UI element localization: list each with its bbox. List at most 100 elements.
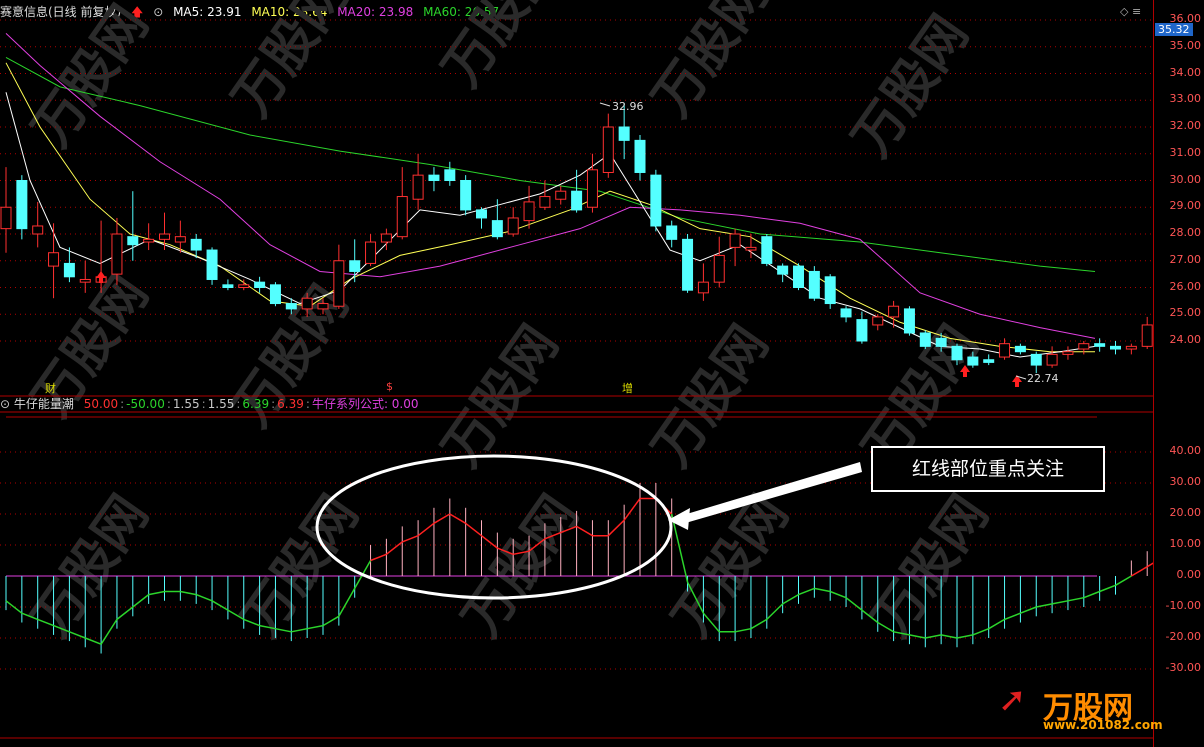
indicator-line bbox=[5, 600, 23, 614]
watermark-text: 万股网 bbox=[451, 485, 590, 647]
watermark-text: 万股网 bbox=[431, 0, 570, 97]
candle-body bbox=[1141, 324, 1153, 347]
price-tick: 24.00 bbox=[1169, 333, 1202, 346]
indicator-line bbox=[100, 618, 118, 645]
indicator-line bbox=[449, 513, 467, 524]
watermark-text: 万股网 bbox=[21, 485, 160, 647]
indicator-tick: 40.00 bbox=[1169, 444, 1202, 457]
candle-body bbox=[555, 190, 567, 200]
candle-body bbox=[460, 180, 472, 211]
ma5-line bbox=[5, 92, 1096, 358]
indicator-collapse-icon[interactable]: ⊙ bbox=[0, 397, 10, 411]
candle-body bbox=[777, 265, 789, 275]
price-tick: 36.00 bbox=[1169, 12, 1202, 25]
indicator-line bbox=[195, 593, 213, 602]
candle-body bbox=[254, 281, 266, 288]
candle-body bbox=[301, 297, 313, 310]
marker-increase[interactable]: 增 bbox=[622, 380, 633, 396]
candle-body bbox=[824, 276, 836, 305]
high-price-label: 32.96 bbox=[612, 100, 644, 113]
candle-body bbox=[1110, 345, 1121, 350]
indicator-line bbox=[623, 498, 641, 521]
candle-body bbox=[1125, 345, 1137, 350]
candle-body bbox=[32, 225, 44, 235]
indicator-line bbox=[1099, 584, 1116, 593]
marker-dollar[interactable]: $ bbox=[386, 380, 393, 393]
indicator-line bbox=[1036, 603, 1053, 608]
indicator-line bbox=[132, 594, 150, 608]
indicator-value-1: -50.00 bbox=[126, 397, 165, 411]
candle-body bbox=[16, 180, 28, 230]
indicator-line bbox=[1020, 606, 1037, 614]
indicator-tick: 20.00 bbox=[1169, 506, 1202, 519]
candle-body bbox=[412, 174, 424, 200]
indicator-tick: -30.00 bbox=[1165, 661, 1201, 674]
indicator-header: ⊙ 牛仔能量潮 50.00: -50.00:1.55:1.55:6.39:6.39… bbox=[0, 397, 419, 411]
indicator-line bbox=[1115, 575, 1132, 586]
candle-body bbox=[761, 236, 773, 264]
candle-body bbox=[1078, 343, 1090, 350]
candle-body bbox=[79, 278, 91, 283]
candle-body bbox=[159, 233, 170, 240]
indicator-name[interactable]: 牛仔能量潮 bbox=[14, 397, 74, 411]
low-price-label: 22.74 bbox=[1027, 372, 1059, 385]
candle-body bbox=[729, 233, 741, 248]
candle-body bbox=[967, 356, 979, 366]
indicator-line bbox=[972, 628, 989, 636]
indicator-line bbox=[84, 637, 102, 645]
indicator-value-4: 6.39 bbox=[242, 397, 270, 411]
candle-body bbox=[523, 201, 535, 222]
indicator-line bbox=[988, 618, 1005, 630]
indicator-line bbox=[734, 627, 752, 633]
indicator-line bbox=[291, 627, 308, 633]
candle-body bbox=[1062, 351, 1074, 355]
price-tick: 34.00 bbox=[1169, 65, 1202, 79]
brand-site: www.201082.com bbox=[1043, 718, 1163, 732]
candle-body bbox=[1046, 353, 1058, 366]
candle-body bbox=[63, 262, 75, 278]
candle-body bbox=[618, 126, 630, 141]
indicator-line bbox=[925, 634, 942, 639]
candle-body bbox=[1014, 345, 1026, 353]
indicator-line bbox=[322, 615, 340, 627]
indicator-value-6: 牛仔系列公式: 0.00 bbox=[311, 397, 419, 411]
indicator-value-3: 1.55 bbox=[207, 397, 235, 411]
indicator-line bbox=[338, 588, 356, 617]
price-axis: 35.32 36.00 35.00 34.00 33.00 32.00 31.00 30.0… bbox=[1153, 0, 1204, 747]
candle-body bbox=[365, 241, 377, 264]
candle-body bbox=[793, 265, 804, 289]
indicator-line bbox=[370, 553, 387, 562]
candle-body bbox=[48, 252, 60, 267]
candle-body bbox=[539, 196, 551, 208]
candle-body bbox=[666, 225, 678, 240]
candle-body bbox=[634, 139, 646, 173]
candle-body bbox=[808, 270, 820, 299]
indicator-value-2: 1.55 bbox=[172, 397, 200, 411]
candle-body bbox=[206, 249, 218, 280]
candle-body bbox=[1030, 353, 1042, 366]
kline-chart[interactable]: 万股网 万股网 万股网 万股网 万股网万股网 万股网 万股网 万股网 万股网万股网 万股网 万股网万… bbox=[0, 0, 1153, 747]
watermark-text: 万股网 bbox=[21, 0, 160, 157]
indicator-tick: 10.00 bbox=[1169, 537, 1202, 550]
indicator-line bbox=[148, 590, 165, 596]
candle-body bbox=[238, 284, 250, 289]
indicator-line bbox=[798, 587, 815, 596]
watermark-text: 万股网 bbox=[641, 0, 780, 127]
candle-body bbox=[396, 196, 408, 238]
indicator-line bbox=[750, 618, 768, 630]
indicator-line bbox=[401, 535, 419, 543]
candle-body bbox=[856, 319, 868, 342]
candle-body bbox=[222, 284, 234, 289]
watermark-text: 万股网 bbox=[221, 0, 360, 127]
indicator-line bbox=[465, 522, 482, 537]
candle-body bbox=[143, 238, 155, 243]
candle-body bbox=[269, 284, 281, 305]
price-tick: 32.00 bbox=[1169, 119, 1202, 132]
indicator-line bbox=[782, 593, 799, 605]
marker-finance[interactable]: 财 bbox=[45, 380, 56, 396]
watermark-text: 万股网 bbox=[861, 485, 1000, 647]
indicator-line bbox=[1130, 566, 1148, 577]
price-tick: 31.00 bbox=[1169, 145, 1202, 159]
indicator-line bbox=[307, 624, 324, 630]
candle-body bbox=[602, 126, 614, 173]
